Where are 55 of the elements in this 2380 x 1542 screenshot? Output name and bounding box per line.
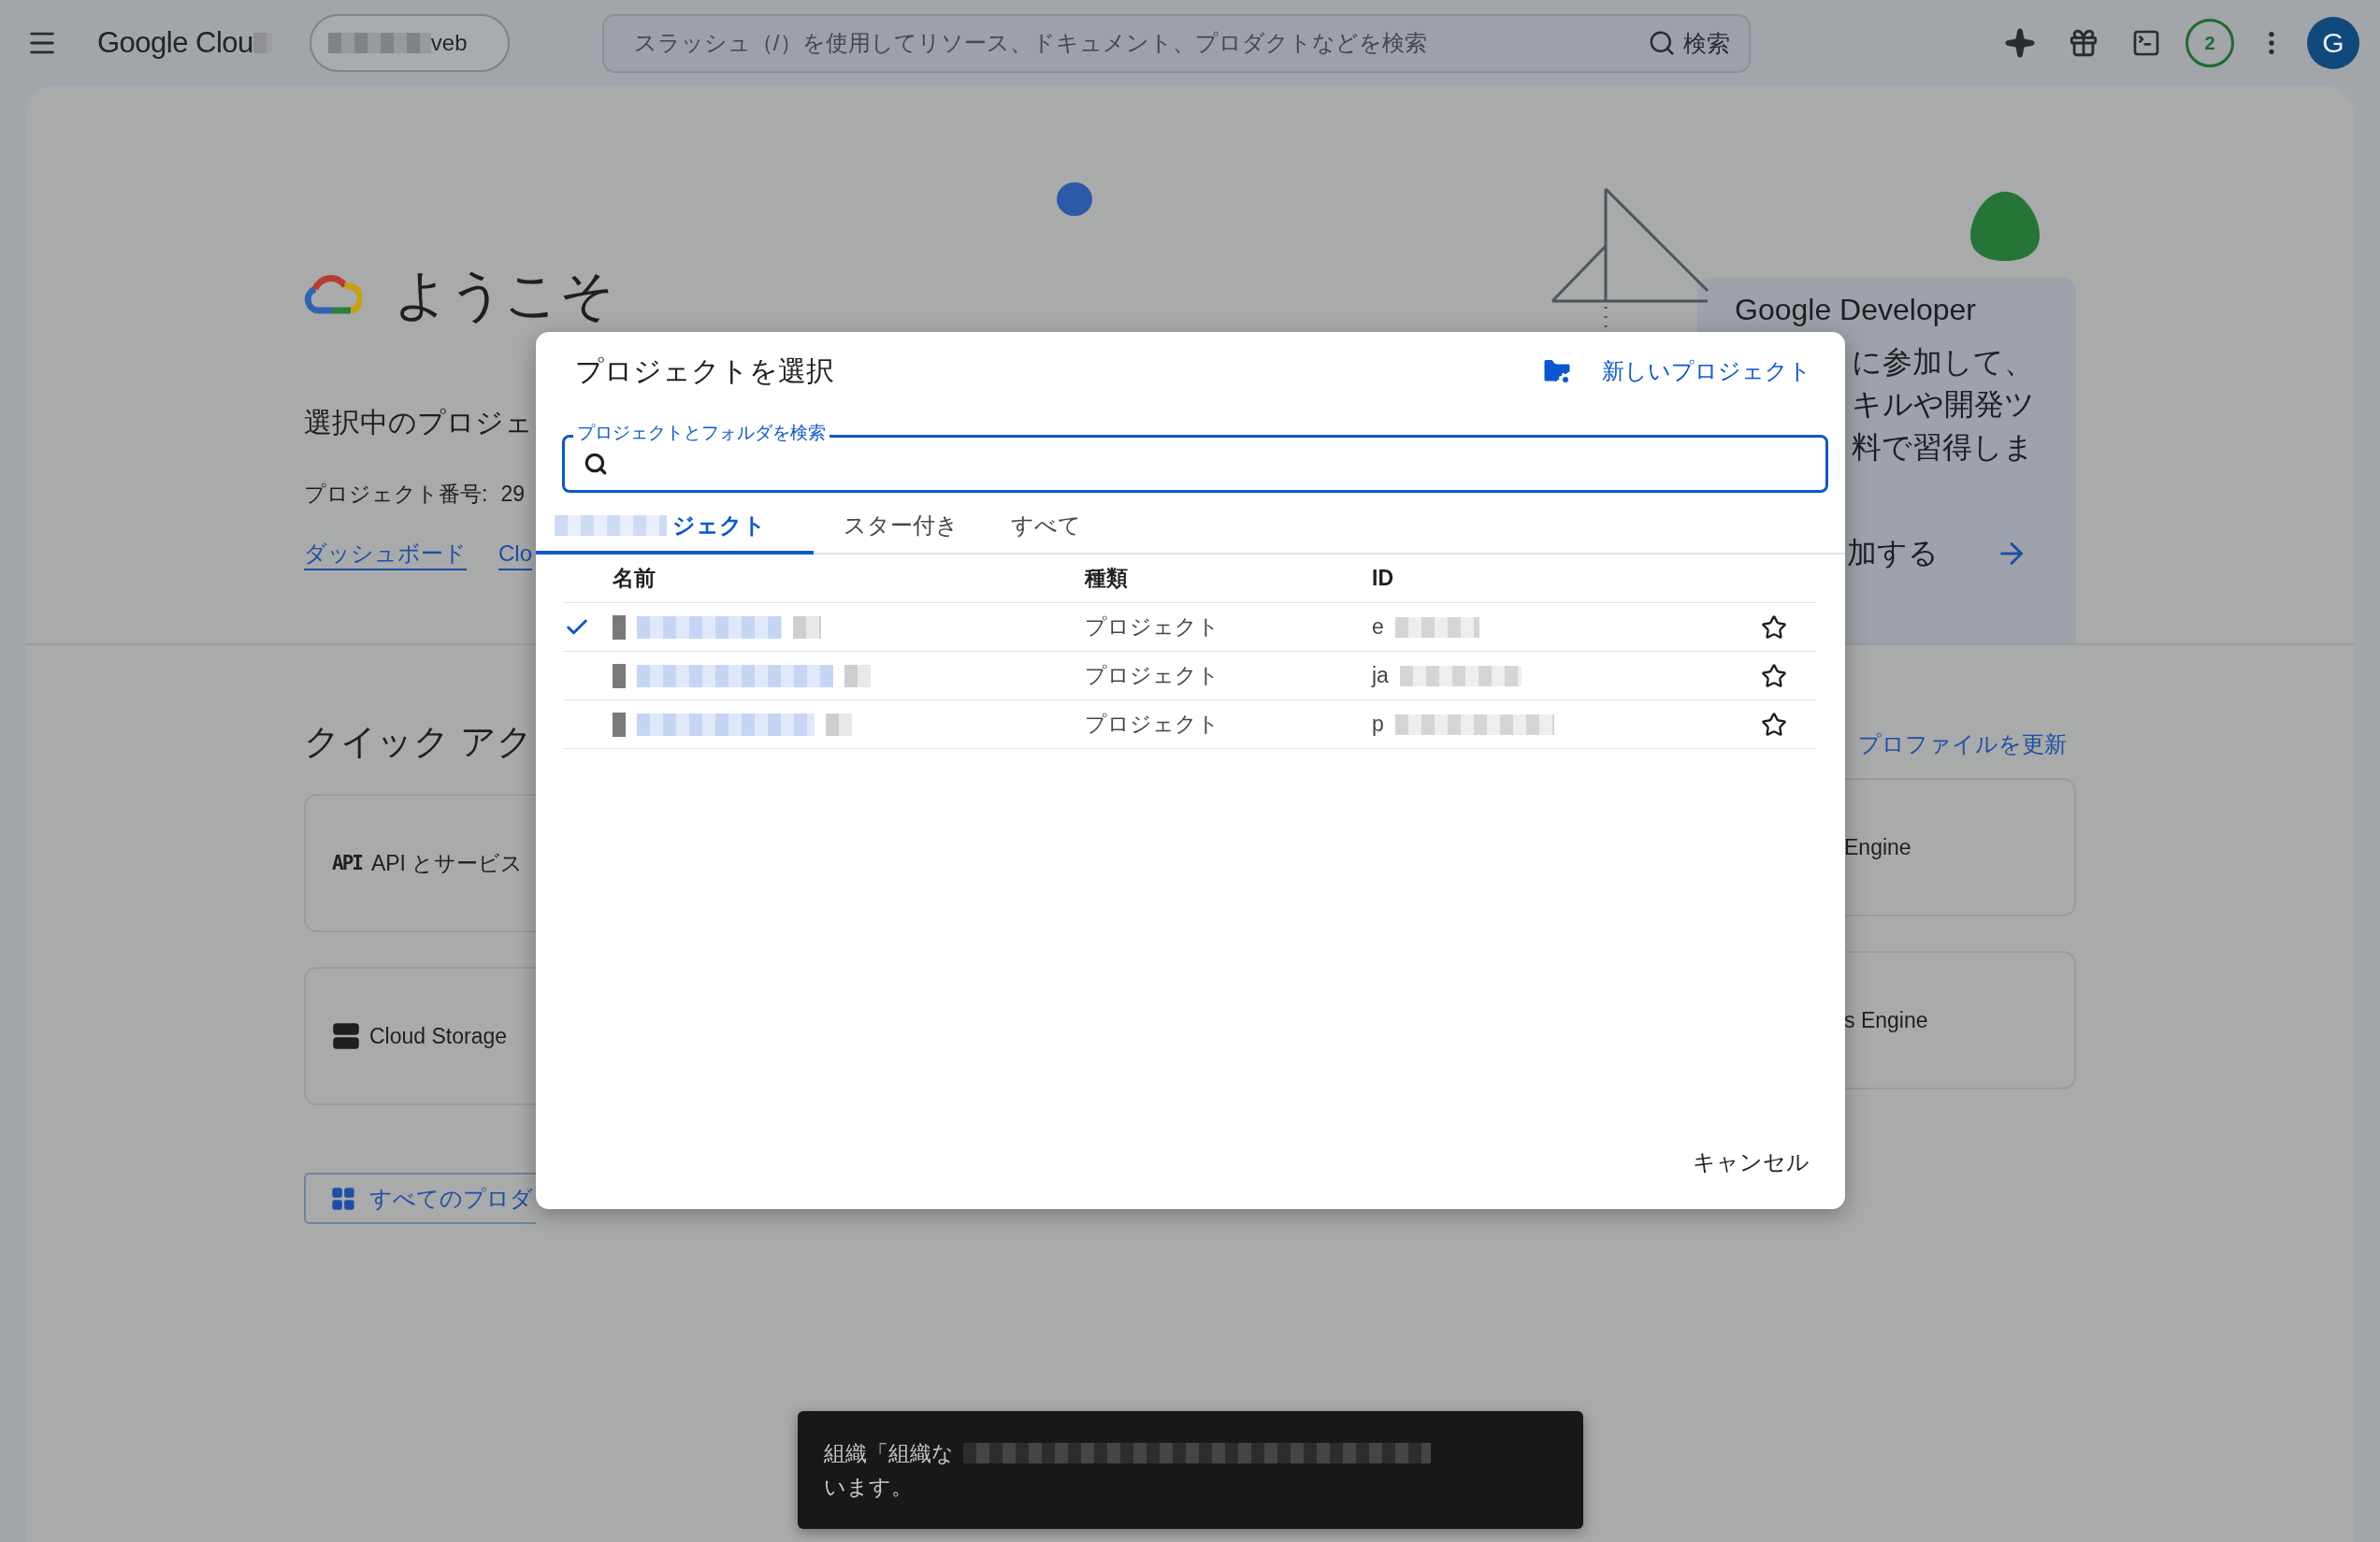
pixelated-redaction <box>844 664 871 687</box>
terminal-icon[interactable] <box>2131 28 2161 58</box>
table-cell: p <box>1372 712 1384 737</box>
gift-icon[interactable] <box>2068 27 2099 59</box>
promo-text: 料で習得しま <box>1852 428 2035 466</box>
table-cell: ja <box>1372 663 1389 688</box>
search-field[interactable]: スラッシュ（/）を使用してリソース、ドキュメント、プロダクトなどを検索 検索 <box>601 13 1751 73</box>
star-icon[interactable] <box>1761 662 1787 689</box>
pixelated-redaction <box>826 713 852 736</box>
tab[interactable]: すべて <box>988 500 1103 555</box>
table-row[interactable]: プロジェクト e <box>564 603 1817 652</box>
promo-join-link[interactable]: 加する <box>1847 534 2076 573</box>
promo-title: Google Developer <box>1735 292 1977 328</box>
field-label: プロジェクトとフォルダを検索 <box>573 422 829 444</box>
promo-text: に参加して、 <box>1852 343 2035 381</box>
quick-access-heading: クイック アク <box>304 721 534 763</box>
column-header: 名前 <box>613 565 656 592</box>
pixelated-redaction <box>613 614 626 640</box>
project-picker[interactable]: veb <box>309 14 510 72</box>
table-cell: e <box>1372 614 1384 640</box>
tab[interactable]: スター付き <box>821 500 981 555</box>
card-label: API とサービス <box>370 849 524 877</box>
blob-drawing <box>1055 180 1094 217</box>
column-header: 種類 <box>1085 565 1129 592</box>
table-cell-text: プロジェクト <box>1085 711 1220 738</box>
search-icon <box>584 452 608 476</box>
new-project-button[interactable]: 新しいプロジェクト <box>1535 353 1817 389</box>
tab[interactable]: ジェクト <box>536 500 814 555</box>
pixelated-redaction <box>613 663 626 688</box>
account-avatar[interactable]: G <box>2307 17 2359 69</box>
table-row[interactable]: プロジェクト ja <box>564 652 1817 700</box>
selected-project-text: 選択中のプロジェ <box>304 406 534 440</box>
cancel-button[interactable]: キャンセル <box>1689 1138 1813 1187</box>
card-label: Cloud Storage <box>369 1023 508 1049</box>
sparkle-icon[interactable] <box>2004 27 2036 59</box>
dialog-title: プロジェクトを選択 <box>575 353 835 388</box>
table-row[interactable]: プロジェクト p <box>564 700 1817 749</box>
star-icon[interactable] <box>1761 711 1787 738</box>
logo-text: Google Clou <box>97 26 253 60</box>
search-button[interactable]: 検索 <box>1641 26 1736 60</box>
grid-icon <box>330 1185 356 1212</box>
column-header: ID <box>1372 566 1394 591</box>
project-number-text: 29 <box>500 482 525 507</box>
star-icon[interactable] <box>1761 613 1787 641</box>
snackbar-text: います。 <box>824 1474 913 1501</box>
table-cell-text: プロジェクト <box>1085 662 1220 689</box>
pixelated-redaction <box>793 615 821 639</box>
promo-text: キルや開発ツ <box>1852 386 2036 424</box>
welcome-heading: ようこそ <box>394 263 614 326</box>
storage-icon <box>332 1022 360 1050</box>
api-icon: API <box>332 852 362 874</box>
pixelated-redaction <box>613 712 626 737</box>
table-cell-text: プロジェクト <box>1085 613 1220 641</box>
project-number-label: プロジェクト番号: <box>304 481 488 508</box>
snackbar-text: 組織「組織な <box>824 1440 954 1467</box>
